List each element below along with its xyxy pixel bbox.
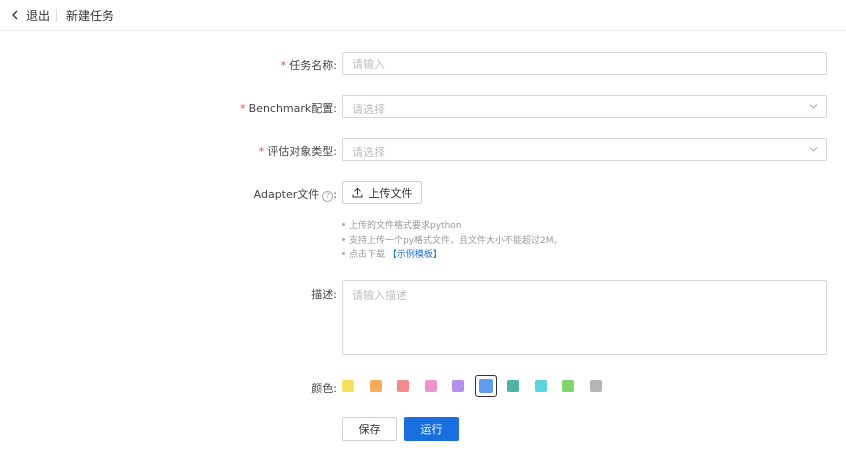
description-label: 描述:	[311, 288, 337, 301]
color-swatch[interactable]	[530, 375, 552, 397]
color-chip	[369, 380, 382, 392]
benchmark-label: * Benchmark配置:	[240, 102, 337, 115]
benchmark-placeholder: 请选择	[352, 103, 385, 116]
back-label: 退出	[26, 8, 51, 23]
benchmark-select[interactable]: 请选择	[342, 95, 827, 118]
color-swatch[interactable]	[420, 375, 442, 397]
upload-hints: 上传的文件格式要求python 支持上传一个py格式文件，且文件大小不能超过2M…	[342, 219, 563, 263]
eval-type-label: * 评估对象类型:	[258, 145, 337, 158]
eval-type-placeholder: 请选择	[352, 146, 385, 159]
top-bar: 退出 新建任务	[0, 0, 846, 31]
task-name-input[interactable]	[343, 54, 826, 75]
color-label: 颜色:	[311, 382, 337, 395]
save-button[interactable]: 保存	[342, 417, 397, 441]
color-swatch[interactable]	[557, 375, 579, 397]
color-chip	[562, 380, 574, 392]
description-input[interactable]	[343, 281, 826, 354]
eval-type-select[interactable]: 请选择	[342, 138, 827, 161]
color-swatch[interactable]	[447, 375, 469, 397]
chevron-down-icon	[809, 147, 818, 152]
upload-file-button[interactable]: 上传文件	[342, 181, 422, 204]
color-swatch[interactable]	[585, 375, 607, 397]
description-field[interactable]	[342, 280, 827, 355]
color-chip	[452, 380, 464, 392]
help-icon[interactable]: ?	[322, 191, 334, 202]
hint-format: 上传的文件格式要求python	[342, 219, 563, 234]
adapter-label: Adapter文件?:	[253, 188, 337, 202]
color-chip	[534, 380, 547, 392]
page-title: 新建任务	[66, 9, 115, 23]
color-chip	[342, 380, 354, 392]
hint-download: 点击下载 【示例模板】	[342, 248, 563, 263]
chevron-left-icon	[12, 10, 18, 20]
color-swatch[interactable]	[365, 375, 387, 397]
header-divider	[56, 9, 57, 22]
back-button[interactable]: 退出	[10, 7, 50, 23]
color-chip	[397, 380, 409, 392]
color-swatch[interactable]	[337, 375, 359, 397]
color-chip	[507, 380, 519, 392]
color-chip	[424, 380, 437, 392]
run-button[interactable]: 运行	[404, 417, 459, 441]
color-swatch[interactable]	[474, 375, 497, 397]
upload-label: 上传文件	[368, 186, 413, 200]
upload-icon	[352, 187, 362, 198]
color-chip	[589, 380, 602, 392]
color-swatch[interactable]	[392, 375, 414, 397]
task-name-label: * 任务名称:	[280, 59, 337, 72]
hint-size: 支持上传一个py格式文件，且文件大小不能超过2M。	[342, 234, 563, 249]
template-download-link[interactable]: 【示例模板】	[388, 250, 442, 260]
task-name-field[interactable]	[342, 52, 827, 75]
chevron-down-icon	[809, 104, 818, 109]
color-swatch[interactable]	[502, 375, 524, 397]
color-chip	[478, 379, 493, 393]
